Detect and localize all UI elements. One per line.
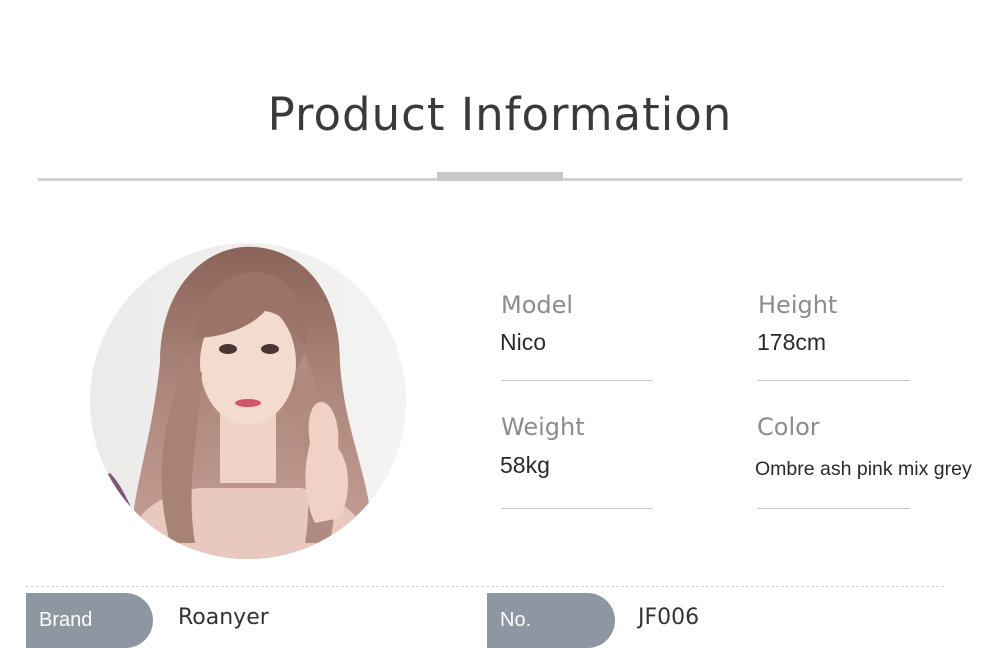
weight-value: 58kg	[500, 452, 550, 478]
model-value: Nico	[500, 329, 547, 355]
height-value: 178cm	[757, 329, 827, 355]
color-label: Color	[757, 413, 820, 441]
color-underline	[758, 508, 910, 509]
model-label: Model	[501, 291, 574, 319]
brand-badge: Brand	[26, 593, 153, 648]
model-portrait	[90, 243, 406, 559]
height-underline	[758, 380, 910, 381]
color-value: Ombre ash pink mix grey	[755, 458, 972, 480]
page-title: Product Information	[267, 88, 733, 141]
height-label: Height	[758, 291, 838, 319]
model-underline	[501, 380, 653, 381]
footer-divider	[26, 586, 944, 587]
number-value: JF006	[638, 605, 700, 630]
brand-value: Roanyer	[178, 605, 269, 630]
title-divider-accent	[437, 172, 563, 181]
weight-underline	[501, 508, 653, 509]
number-badge: No.	[487, 593, 615, 648]
weight-label: Weight	[501, 413, 585, 441]
